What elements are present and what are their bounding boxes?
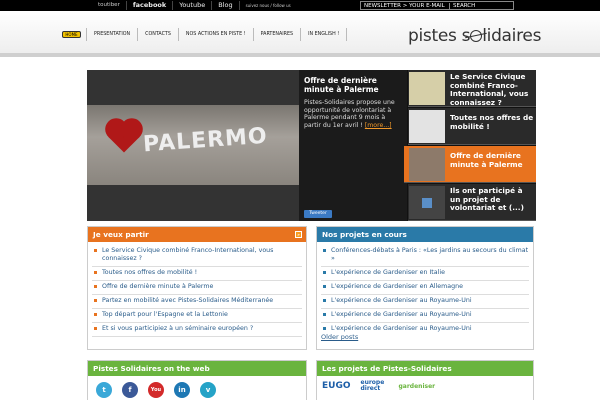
je-veux-partir-box: Je veux partir » Le Service Civique combi… (87, 226, 307, 350)
nav-actions[interactable]: NOS ACTIONS EN PISTE ! (177, 28, 253, 41)
box-title-text: Je veux partir (93, 230, 149, 239)
tab-title: Ils ont participé à un projet de volonta… (450, 186, 524, 212)
more-link[interactable]: [more...] (365, 122, 392, 129)
list-item[interactable]: Le Service Civique combiné Franco-Intern… (92, 245, 302, 267)
tab-thumbnail (409, 186, 445, 219)
nav-presentation[interactable]: PRESENTATION (86, 28, 137, 41)
tab-thumbnail (409, 110, 445, 143)
list-item[interactable]: L'expérience de Gardeniser en Italie (321, 267, 529, 281)
main-nav: PRESENTATION CONTACTS NOS ACTIONS EN PIS… (86, 28, 348, 41)
search-input[interactable]: SEARCH (449, 2, 513, 9)
list-item[interactable]: Et si vous participiez à un séminaire eu… (92, 323, 302, 337)
tab-title: Toutes nos offres de mobilité ! (450, 113, 534, 131)
slide-description: Pistes-Solidaires propose une opportunit… (304, 99, 402, 129)
facebook-link[interactable]: facebook (127, 1, 174, 10)
social-links: toutiber facebook Youtube Blog suivez no… (92, 0, 297, 11)
box-title: Nos projets en cours (317, 227, 533, 242)
site-logo[interactable]: pistes s lidaires (408, 26, 541, 46)
slider-tab-3[interactable]: Offre de dernière minute à Palerme (404, 146, 536, 183)
slide-title[interactable]: Offre de dernière minute à Palerme (304, 76, 402, 94)
blog-link[interactable]: Blog (212, 1, 240, 10)
eugo-logo[interactable]: EUGO (322, 381, 351, 391)
social-icons: t f You in v (96, 382, 216, 398)
newsletter-input[interactable]: NEWSLETTER > YOUR E-MAIL (361, 3, 449, 9)
top-bar: toutiber facebook Youtube Blog suivez no… (0, 0, 600, 11)
slider-tab-2[interactable]: Toutes nos offres de mobilité ! (408, 108, 536, 145)
slide-caption: Offre de dernière minute à Palerme Piste… (299, 70, 407, 221)
list-item[interactable]: Toutes nos offres de mobilité ! (92, 267, 302, 281)
logo-text-right: lidaires (482, 26, 542, 46)
slide-photo[interactable]: PALERMO (87, 70, 299, 221)
toutiber-link[interactable]: toutiber (92, 1, 127, 10)
logo-o-icon (470, 30, 483, 42)
youtube-icon[interactable]: You (148, 382, 164, 398)
list-item[interactable]: Conférences-débats à Paris : «Les jardin… (321, 245, 529, 267)
rss-icon[interactable]: » (295, 231, 302, 238)
list-item[interactable]: L'expérience de Gardeniser au Royaume-Un… (321, 323, 529, 333)
list: Conférences-débats à Paris : «Les jardin… (317, 242, 533, 333)
slider-tabs: Le Service Civique combiné Franco-Intern… (404, 70, 536, 221)
nav-partenaires[interactable]: PARTENAIRES (252, 28, 301, 41)
site-header: HOME PRESENTATION CONTACTS NOS ACTIONS E… (0, 11, 600, 57)
projets-box: Nos projets en cours Conférences-débats … (316, 226, 534, 350)
follow-us-link[interactable]: suivez nous / follow us (240, 1, 297, 10)
list: Le Service Civique combiné Franco-Intern… (88, 242, 306, 340)
video-icon (422, 198, 432, 208)
list-item[interactable]: Offre de dernière minute à Palerme (92, 281, 302, 295)
vimeo-icon[interactable]: v (200, 382, 216, 398)
box-title: Je veux partir » (88, 227, 306, 242)
twitter-icon[interactable]: t (96, 382, 112, 398)
nav-contacts[interactable]: CONTACTS (137, 28, 178, 41)
nav-english[interactable]: IN ENGLISH ! (300, 28, 348, 41)
list-item[interactable]: L'expérience de Gardeniser au Royaume-Un… (321, 295, 529, 309)
box-title: Les projets de Pistes-Solidaires (317, 361, 533, 376)
list-item[interactable]: L'expérience de Gardeniser au Royaume-Un… (321, 309, 529, 323)
older-posts-link[interactable]: Older posts (317, 333, 533, 341)
linkedin-icon[interactable]: in (174, 382, 190, 398)
facebook-icon[interactable]: f (122, 382, 138, 398)
tab-title: Offre de dernière minute à Palerme (450, 151, 523, 169)
gardeniser-logo[interactable]: gardeniser (399, 383, 436, 390)
newsletter-form: NEWSLETTER > YOUR E-MAIL SEARCH (360, 1, 514, 10)
home-button[interactable]: HOME (62, 31, 81, 38)
box-title: Pistes Solidaires on the web (88, 361, 306, 376)
tab-title: Le Service Civique combiné Franco-Intern… (450, 72, 529, 107)
tweet-button[interactable]: Tweeter (304, 210, 332, 218)
list-item[interactable]: Top départ pour l'Espagne et la Lettonie (92, 309, 302, 323)
logo-text-left: pistes s (408, 26, 471, 46)
list-item[interactable]: L'expérience de Gardeniser en Allemagne (321, 281, 529, 295)
partner-logos: EUGO europe direct gardeniser (322, 380, 435, 392)
tab-thumbnail (409, 72, 445, 105)
slider-tab-1[interactable]: Le Service Civique combiné Franco-Intern… (408, 70, 536, 107)
tab-thumbnail (409, 148, 445, 181)
list-item[interactable]: Partez en mobilité avec Pistes-Solidaire… (92, 295, 302, 309)
slider-tab-4[interactable]: Ils ont participé à un projet de volonta… (408, 184, 536, 221)
youtube-link[interactable]: Youtube (173, 1, 213, 10)
europe-direct-logo[interactable]: europe direct (361, 380, 389, 392)
